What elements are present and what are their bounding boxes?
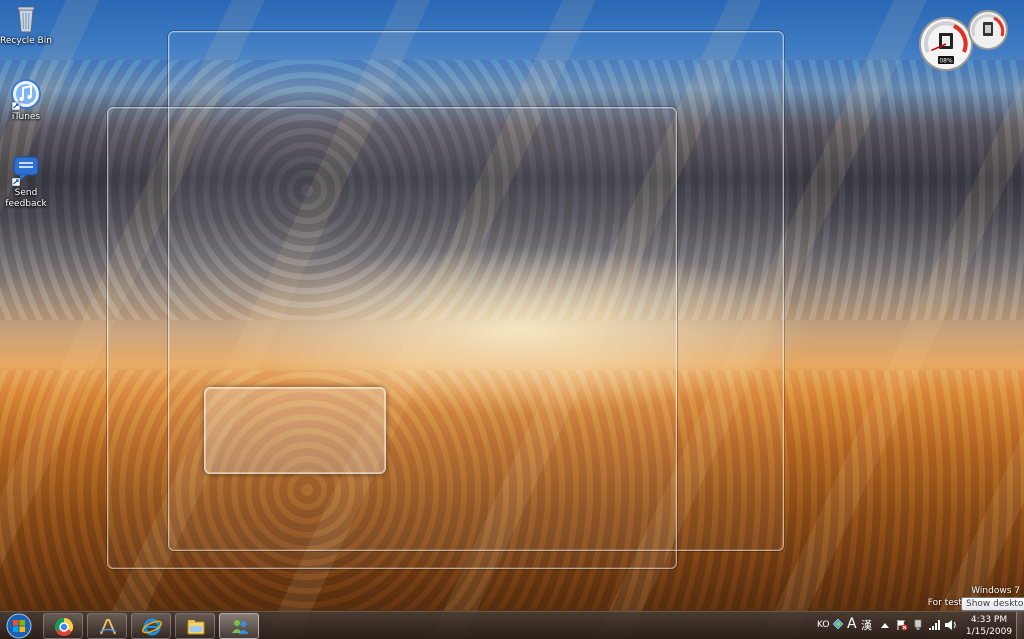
autodesk-icon <box>99 619 117 635</box>
desktop-icon-itunes[interactable]: iTunes <box>0 78 56 123</box>
desktop-icon-label: iTunes <box>11 112 41 122</box>
desktop-icon-recycle-bin[interactable]: Recycle Bin <box>0 2 56 47</box>
show-desktop-button[interactable] <box>1016 612 1024 639</box>
show-hidden-icons-arrow-icon[interactable] <box>881 622 889 628</box>
start-button[interactable] <box>2 612 36 639</box>
desktop-icon-label: Send feedback <box>5 188 47 209</box>
desktop[interactable]: Recycle Bin iTunes Send feedback 08% Win… <box>0 0 1024 639</box>
volume-speaker-icon[interactable] <box>944 619 958 631</box>
peek-window-outline-small <box>204 387 386 474</box>
clock-date: 1/15/2009 <box>965 627 1013 637</box>
system-clock[interactable]: 4:33 PM 1/15/2009 <box>962 614 1016 638</box>
cpu-meter-dial-icon: 08% <box>919 10 1008 71</box>
taskbar-windows-explorer-button[interactable] <box>175 613 215 639</box>
show-desktop-tooltip: Show desktop <box>961 597 1024 611</box>
language-indicator[interactable]: KO <box>817 620 830 630</box>
windows-logo-icon <box>6 613 32 639</box>
watermark-line-1: Windows 7 <box>971 586 1020 596</box>
taskbar-chrome-button[interactable] <box>43 613 83 639</box>
ime-mode-indicator[interactable]: A <box>847 616 857 632</box>
ime-hanja-indicator[interactable]: 漢 <box>861 617 872 633</box>
chrome-icon <box>54 618 74 636</box>
cpu-percent-text: 08% <box>939 58 953 65</box>
taskbar-internet-explorer-button[interactable] <box>131 613 171 639</box>
safely-remove-hardware-icon[interactable] <box>912 619 924 631</box>
desktop-icon-send-feedback[interactable]: Send feedback <box>0 154 56 210</box>
recycle-bin-icon <box>17 6 35 33</box>
network-signal-icon[interactable] <box>928 619 940 631</box>
internet-explorer-icon <box>142 618 162 636</box>
action-center-flag-icon[interactable] <box>896 619 908 631</box>
windows-live-messenger-icon <box>232 620 249 634</box>
peek-window-outline-medium <box>107 107 677 569</box>
windows-explorer-icon <box>187 620 205 635</box>
cpu-meter-gadget[interactable]: 08% <box>918 6 1024 72</box>
ime-pad-icon[interactable] <box>832 618 844 630</box>
clock-time: 4:33 PM <box>970 615 1008 625</box>
feedback-icon <box>11 156 39 186</box>
itunes-icon <box>11 79 41 110</box>
notification-area: KO A 漢 <box>812 612 962 639</box>
desktop-icon-label: Recycle Bin <box>0 36 52 46</box>
taskbar-messenger-button[interactable] <box>219 613 259 639</box>
taskbar: KO A 漢 4:33 PM 1/15/2009 <box>0 611 1024 639</box>
taskbar-autodesk-button[interactable] <box>87 613 127 639</box>
